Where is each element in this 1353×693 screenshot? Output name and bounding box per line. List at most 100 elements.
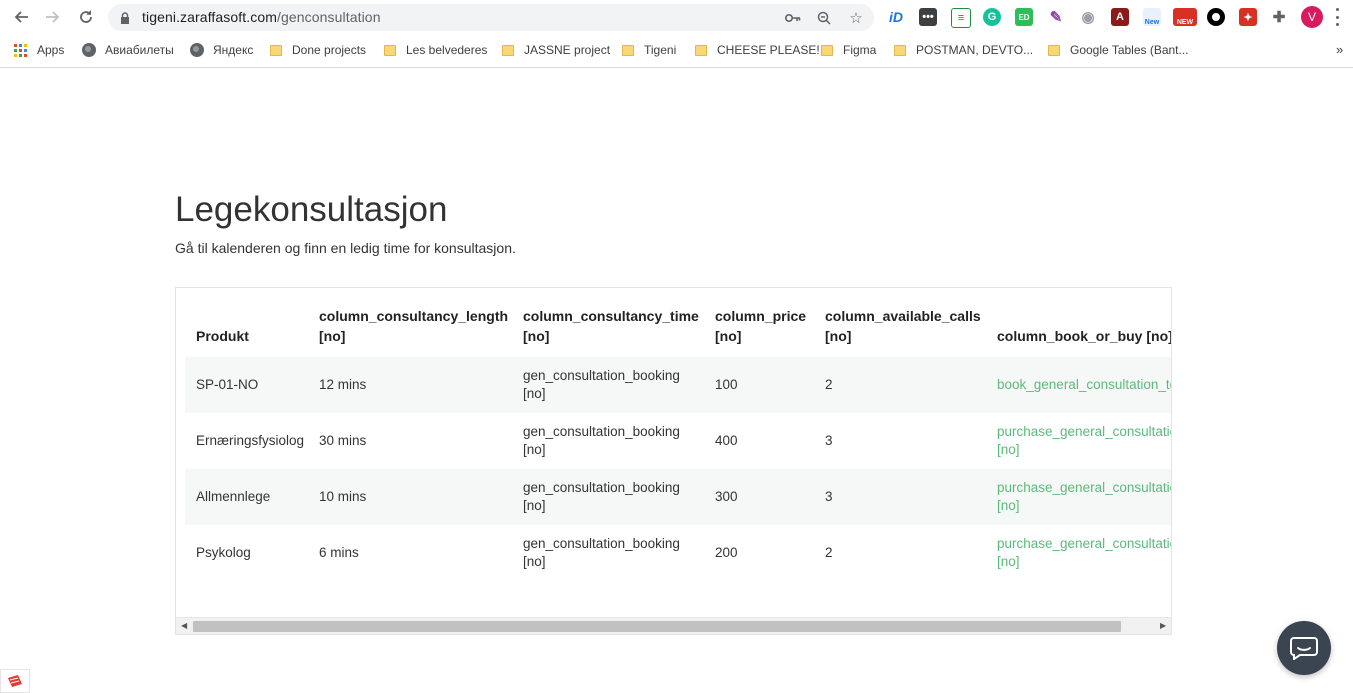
- forward-arrow-icon[interactable]: [43, 7, 63, 27]
- bookmark-yandex[interactable]: Яндекс: [190, 41, 253, 59]
- camera-extension-icon[interactable]: ◉: [1079, 8, 1097, 26]
- folder-icon: [821, 44, 833, 56]
- chat-launcher-button[interactable]: [1277, 621, 1331, 675]
- folder-icon: [622, 44, 634, 56]
- cell-time-key: gen_consultation_booking: [523, 368, 680, 383]
- header-label: column_available_calls: [825, 308, 981, 324]
- scroll-right-arrow-icon[interactable]: ▶: [1160, 621, 1166, 630]
- cell-length: 10 mins: [319, 489, 367, 504]
- cell-length: 6 mins: [319, 545, 359, 560]
- cell-calls: 2: [825, 377, 833, 392]
- bookmark-done-projects[interactable]: Done projects: [270, 41, 366, 59]
- cell-time-lang: [no]: [523, 442, 546, 457]
- header-label-lang: [no]: [523, 328, 550, 344]
- page-title: Legekonsultasjon: [175, 190, 448, 229]
- table-row: Allmennlege 10 mins gen_consultation_boo…: [185, 469, 1171, 525]
- book-consultation-link[interactable]: book_general_consultation_text: [997, 376, 1172, 394]
- bookmark-tigeni[interactable]: Tigeni: [622, 41, 676, 59]
- purchase-consultation-link[interactable]: purchase_general_consultation_ [no]: [997, 479, 1171, 515]
- url-path: /genconsultation: [277, 9, 381, 25]
- cell-calls: 3: [825, 433, 833, 448]
- bookmark-les-belvederes[interactable]: Les belvederes: [384, 41, 487, 59]
- purchase-consultation-link[interactable]: purchase_general_consultation_ [no]: [997, 535, 1171, 571]
- cell-product: Psykolog: [196, 545, 251, 560]
- cell-time-key: gen_consultation_booking: [523, 536, 680, 551]
- header-consultancy-length: column_consultancy_length [no]: [319, 306, 508, 346]
- bookmark-google-tables[interactable]: Google Tables (Bant...: [1048, 41, 1189, 59]
- sheets-extension-icon[interactable]: ≡: [951, 8, 971, 28]
- cell-time: gen_consultation_booking [no]: [523, 423, 680, 459]
- folder-icon: [384, 44, 396, 56]
- bookmark-aviabilety[interactable]: Авиабилеты: [82, 41, 174, 59]
- folder-icon: [894, 44, 906, 56]
- address-bar[interactable]: tigeni.zaraffasoft.com/genconsultation ☆: [108, 4, 874, 31]
- bookmark-label: Авиабилеты: [105, 43, 174, 57]
- red-extension-icon[interactable]: ✦: [1239, 8, 1257, 26]
- header-book-or-buy: column_book_or_buy [no]: [997, 326, 1172, 346]
- chat-bubble-icon: [1290, 637, 1318, 660]
- header-label-lang: [no]: [715, 328, 742, 344]
- action-label-lang: [no]: [997, 498, 1020, 513]
- table-row: Ernæringsfysiolog 30 mins gen_consultati…: [185, 413, 1171, 469]
- bookmark-postman[interactable]: POSTMAN, DEVTO...: [894, 41, 1033, 59]
- key-icon[interactable]: [782, 7, 804, 29]
- new-badge-extension-icon[interactable]: NEW: [1173, 8, 1197, 26]
- back-arrow-icon[interactable]: [11, 7, 31, 27]
- bookmark-figma[interactable]: Figma: [821, 41, 876, 59]
- corner-extension-badge[interactable]: [0, 669, 30, 693]
- grammarly-extension-icon[interactable]: G: [983, 8, 1001, 26]
- puzzle-extension-icon[interactable]: ✚: [1270, 8, 1288, 26]
- bookmark-label: Google Tables (Bant...: [1070, 43, 1189, 57]
- bookmark-jassne-project[interactable]: JASSNE project: [502, 41, 610, 59]
- action-label: book_general_consultation_text: [997, 377, 1172, 392]
- bookmark-apps[interactable]: Apps: [14, 41, 64, 59]
- url-domain: tigeni.zaraffasoft.com: [142, 9, 278, 25]
- ed-extension-icon[interactable]: ED: [1015, 8, 1033, 26]
- star-icon[interactable]: ☆: [845, 7, 867, 29]
- header-label: column_consultancy_length: [319, 308, 509, 324]
- cell-time: gen_consultation_booking [no]: [523, 535, 680, 571]
- globe-icon: [82, 43, 96, 57]
- bookmark-cheese-please[interactable]: CHEESE PLEASE!: [695, 41, 820, 59]
- new-extension-icon[interactable]: New: [1143, 8, 1161, 26]
- scroll-left-arrow-icon[interactable]: ◀: [181, 621, 187, 630]
- cell-price: 200: [715, 545, 738, 560]
- kebab-menu-icon[interactable]: [1332, 8, 1342, 26]
- header-label-lang: [no]: [319, 328, 346, 344]
- bookmarks-bar: Apps Авиабилеты Яндекс Done projects Les…: [0, 34, 1353, 68]
- header-label: column_book_or_buy [no]: [997, 328, 1172, 344]
- folder-icon: [270, 44, 282, 56]
- header-label: column_consultancy_time: [523, 308, 699, 324]
- profile-avatar[interactable]: V: [1301, 6, 1323, 28]
- cell-time-lang: [no]: [523, 386, 546, 401]
- cell-calls: 2: [825, 545, 833, 560]
- page-subtitle: Gå til kalenderen og finn en ledig time …: [175, 240, 516, 256]
- bookmarks-overflow-icon[interactable]: »: [1336, 42, 1343, 57]
- feather-extension-icon[interactable]: ✎: [1047, 8, 1065, 26]
- red-tag-icon: [8, 675, 22, 687]
- horizontal-scrollbar[interactable]: ◀ ▶: [176, 617, 1171, 634]
- scrollbar-thumb[interactable]: [193, 621, 1121, 632]
- folder-icon: [1048, 44, 1060, 56]
- id-extension-icon[interactable]: iD: [887, 8, 905, 26]
- cell-price: 100: [715, 377, 738, 392]
- action-label-lang: [no]: [997, 442, 1020, 457]
- cell-time-key: gen_consultation_booking: [523, 424, 680, 439]
- dots-extension-icon[interactable]: •••: [919, 8, 937, 26]
- bookmark-label: Apps: [37, 43, 65, 57]
- url-text: tigeni.zaraffasoft.com/genconsultation: [142, 9, 381, 25]
- cell-time: gen_consultation_booking [no]: [523, 367, 680, 403]
- bookmark-label: Figma: [843, 43, 877, 57]
- lock-icon: [120, 11, 130, 29]
- cell-product: Allmennlege: [196, 489, 271, 504]
- circle-extension-icon[interactable]: [1207, 8, 1225, 26]
- reload-icon[interactable]: [76, 7, 96, 27]
- table-row: SP-01-NO 12 mins gen_consultation_bookin…: [185, 357, 1172, 413]
- action-label: purchase_general_consultation_: [997, 536, 1171, 551]
- purchase-consultation-link[interactable]: purchase_general_consultation_ [no]: [997, 423, 1171, 459]
- header-product: Produkt: [196, 326, 249, 346]
- table-row: Psykolog 6 mins gen_consultation_booking…: [185, 525, 1171, 581]
- zoom-icon[interactable]: [813, 7, 835, 29]
- header-price: column_price [no]: [715, 306, 806, 346]
- pdf-extension-icon[interactable]: A: [1111, 8, 1129, 26]
